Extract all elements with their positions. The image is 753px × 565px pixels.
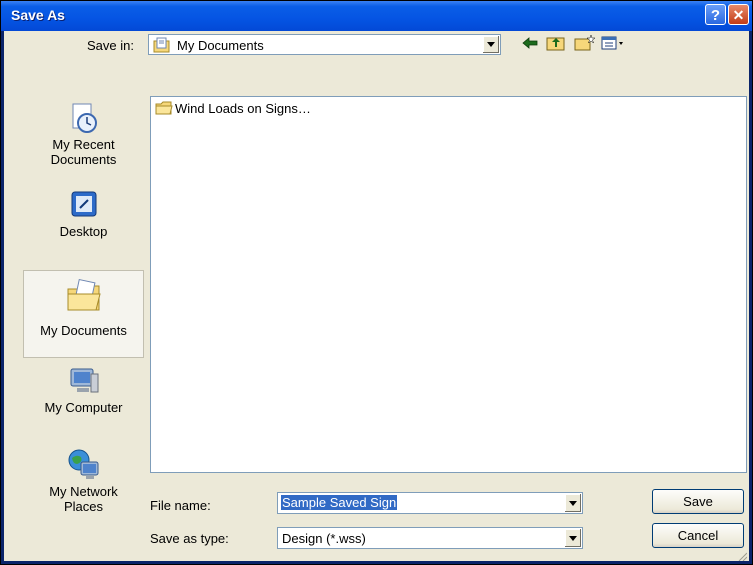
my-documents-small-icon xyxy=(153,37,171,53)
place-label: Desktop xyxy=(59,224,108,239)
new-folder-icon[interactable] xyxy=(574,34,596,55)
save-in-dropdown[interactable]: My Documents xyxy=(148,34,501,55)
save-as-dialog: Save As ? ✕ Save in: My Documents My Rec… xyxy=(0,0,753,565)
save-in-dropdown-arrow[interactable] xyxy=(482,36,499,53)
file-name-input[interactable]: Sample Saved Sign xyxy=(277,492,583,514)
file-list[interactable]: Wind Loads on Signs… xyxy=(150,96,747,473)
place-my-computer[interactable]: My Computer xyxy=(23,364,144,436)
place-my-network-places[interactable]: My Network Places xyxy=(23,448,144,530)
desktop-icon xyxy=(67,188,101,222)
up-folder-icon[interactable] xyxy=(546,35,566,54)
my-documents-icon xyxy=(65,277,103,315)
dialog-body: Save in: My Documents My Recent Document… xyxy=(4,31,749,562)
place-label: Places xyxy=(63,499,104,514)
save-button[interactable]: Save xyxy=(652,489,744,514)
place-my-documents[interactable]: My Documents xyxy=(23,270,144,358)
view-menu-icon[interactable] xyxy=(601,35,625,54)
save-in-label: Save in: xyxy=(87,38,134,53)
my-computer-icon xyxy=(67,364,101,398)
folder-icon xyxy=(155,101,173,115)
back-arrow-icon[interactable] xyxy=(521,36,539,53)
save-as-type-value: Design (*.wss) xyxy=(282,531,366,546)
place-label: Documents xyxy=(50,152,117,167)
save-as-type-select[interactable]: Design (*.wss) xyxy=(277,527,583,549)
recent-documents-icon xyxy=(67,101,101,135)
help-button[interactable]: ? xyxy=(705,4,726,25)
place-my-recent-documents[interactable]: My Recent Documents xyxy=(23,101,144,181)
title-bar[interactable]: Save As ? ✕ xyxy=(1,1,752,31)
close-button[interactable]: ✕ xyxy=(728,4,749,25)
file-name-label: File name: xyxy=(150,498,211,513)
file-name-dropdown-arrow[interactable] xyxy=(564,494,581,512)
place-label: My Network xyxy=(49,484,118,499)
place-label: My Recent xyxy=(52,137,115,152)
save-in-value: My Documents xyxy=(177,38,264,53)
dialog-title: Save As xyxy=(11,7,65,23)
list-item[interactable]: Wind Loads on Signs… xyxy=(155,101,311,116)
save-as-type-label: Save as type: xyxy=(150,531,229,546)
place-label: My Documents xyxy=(40,323,127,338)
resize-grip-icon[interactable] xyxy=(737,549,748,562)
file-name: Wind Loads on Signs… xyxy=(175,101,311,116)
cancel-button[interactable]: Cancel xyxy=(652,523,744,548)
save-as-type-dropdown-arrow[interactable] xyxy=(564,529,581,547)
places-bar: My Recent Documents Desktop My Documents xyxy=(23,96,144,558)
place-label: My Computer xyxy=(44,400,123,415)
file-name-value: Sample Saved Sign xyxy=(281,495,398,510)
network-places-icon xyxy=(67,448,101,482)
place-desktop[interactable]: Desktop xyxy=(23,188,144,250)
